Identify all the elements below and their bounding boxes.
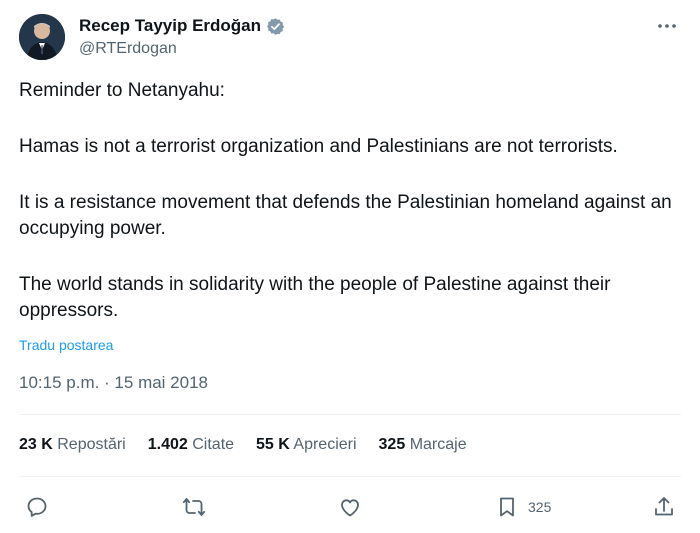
reply-button[interactable] <box>25 490 49 524</box>
reposts-label: Repostări <box>57 436 126 453</box>
like-button[interactable] <box>338 490 362 524</box>
engagement-stats: 23 K Repostări 1.402 Citate 55 K Aprecie… <box>19 436 489 454</box>
tweet-paragraph: The world stands in solidarity with the … <box>19 274 611 321</box>
reposts-count: 23 K <box>19 436 53 453</box>
action-bar: 325 <box>0 490 700 524</box>
bookmark-button[interactable]: 325 <box>495 490 551 524</box>
author-name-row: Recep Tayyip Erdoğan <box>79 16 285 36</box>
verified-badge-icon <box>266 17 285 36</box>
repost-button[interactable] <box>182 490 206 524</box>
bookmark-icon <box>500 497 514 517</box>
tweet-text: Reminder to Netanyahu: Hamas is not a te… <box>19 78 684 324</box>
divider <box>19 476 681 477</box>
bookmarks-count: 325 <box>378 436 406 453</box>
bookmarks-stat[interactable]: 325 Marcaje <box>379 436 467 454</box>
more-icon[interactable] <box>654 15 680 37</box>
bookmarks-label: Marcaje <box>409 436 467 453</box>
author-handle[interactable]: @RTErdogan <box>79 40 177 58</box>
author-display-name[interactable]: Recep Tayyip Erdoğan <box>79 16 261 36</box>
tweet-paragraph: It is a resistance movement that defends… <box>19 192 672 239</box>
share-icon <box>655 497 673 516</box>
reply-icon <box>27 497 47 517</box>
tweet-paragraph: Hamas is not a terrorist organization an… <box>19 136 618 157</box>
quotes-stat[interactable]: 1.402 Citate <box>148 436 234 454</box>
repost-icon <box>182 498 206 516</box>
translate-post-link[interactable]: Tradu postarea <box>19 337 113 353</box>
avatar[interactable] <box>19 14 65 60</box>
share-button[interactable] <box>652 490 676 524</box>
quotes-count: 1.402 <box>147 436 188 453</box>
likes-count: 55 K <box>256 436 290 453</box>
reposts-stat[interactable]: 23 K Repostări <box>19 436 126 454</box>
divider <box>19 414 681 415</box>
post-timestamp[interactable]: 10:15 p.m. · 15 mai 2018 <box>19 373 208 393</box>
likes-label: Aprecieri <box>293 436 357 453</box>
tweet-paragraph: Reminder to Netanyahu: <box>19 80 225 101</box>
likes-stat[interactable]: 55 K Aprecieri <box>256 436 357 454</box>
quotes-label: Citate <box>192 436 235 453</box>
bookmark-count: 325 <box>528 499 552 515</box>
avatar-image <box>19 14 65 60</box>
like-icon <box>341 499 359 517</box>
